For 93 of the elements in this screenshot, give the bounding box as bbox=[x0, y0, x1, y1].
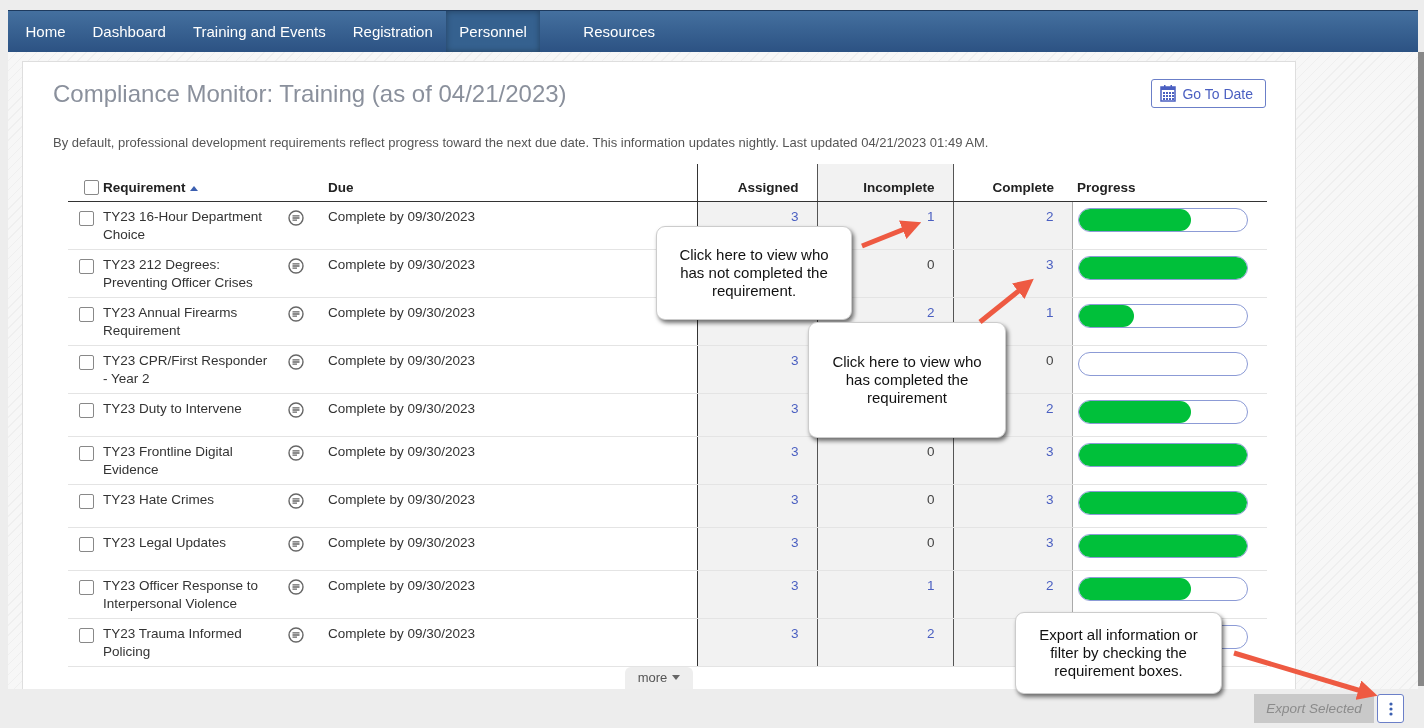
due-date: Complete by 09/30/2023 bbox=[328, 353, 476, 369]
calendar-icon bbox=[1160, 85, 1177, 103]
count-link[interactable]: 1 bbox=[927, 209, 935, 225]
notes-icon[interactable] bbox=[288, 493, 304, 510]
due-date: Complete by 09/30/2023 bbox=[328, 535, 476, 551]
requirement-name: TY23 212 Degrees: Preventing Officer Crises bbox=[103, 256, 254, 293]
row-checkbox[interactable] bbox=[79, 259, 94, 275]
count-link[interactable]: 3 bbox=[791, 209, 799, 225]
column-header: Assigned bbox=[737, 180, 799, 196]
row-checkbox[interactable] bbox=[79, 307, 94, 323]
more-options-button[interactable] bbox=[1377, 694, 1404, 724]
arrow bbox=[978, 278, 1034, 324]
more-vertical-icon bbox=[1388, 701, 1393, 716]
row-checkbox[interactable] bbox=[79, 211, 94, 227]
notes-icon[interactable] bbox=[288, 402, 304, 419]
scrollbar[interactable] bbox=[1418, 52, 1424, 687]
notes-icon[interactable] bbox=[288, 627, 304, 644]
notes-icon[interactable] bbox=[288, 445, 304, 462]
count-text: 0 bbox=[927, 492, 935, 508]
count-link[interactable]: 3 bbox=[1046, 257, 1054, 273]
count-link[interactable]: 2 bbox=[1046, 401, 1054, 417]
column-header: Complete bbox=[992, 180, 1054, 196]
nav-item[interactable]: Resources bbox=[569, 11, 669, 53]
column-header: Due bbox=[328, 180, 354, 196]
count-link[interactable]: 3 bbox=[1046, 444, 1054, 460]
arrow bbox=[861, 220, 922, 249]
due-date: Complete by 09/30/2023 bbox=[328, 257, 476, 273]
notes-icon[interactable] bbox=[288, 536, 304, 553]
count-text: 0 bbox=[927, 257, 935, 273]
count-link[interactable]: 1 bbox=[927, 578, 935, 594]
requirement-name: TY23 Annual Firearms Requirement bbox=[103, 304, 239, 341]
requirement-name: TY23 Legal Updates bbox=[103, 534, 228, 553]
count-link[interactable]: 3 bbox=[791, 401, 799, 417]
due-date: Complete by 09/30/2023 bbox=[328, 401, 476, 417]
count-text: 0 bbox=[927, 535, 935, 551]
requirement-name: TY23 Officer Response to Interpersonal Violence bbox=[103, 577, 260, 614]
row-checkbox[interactable] bbox=[79, 494, 94, 510]
count-link[interactable]: 2 bbox=[927, 626, 935, 642]
row-checkbox[interactable] bbox=[79, 355, 94, 371]
sort-ascending-icon bbox=[189, 184, 198, 191]
requirement-name: TY23 CPR/First Responder - Year 2 bbox=[103, 352, 269, 389]
count-link[interactable]: 2 bbox=[1046, 209, 1054, 225]
more-button[interactable]: more bbox=[624, 667, 694, 690]
callout-tooltip: Click here to view who has not completed the requirement. bbox=[656, 226, 852, 320]
notes-icon[interactable] bbox=[288, 306, 304, 323]
requirement-name: TY23 Hate Crimes bbox=[103, 491, 216, 510]
notes-icon[interactable] bbox=[288, 258, 304, 275]
count-link[interactable]: 2 bbox=[927, 305, 935, 321]
nav-item[interactable]: Home bbox=[12, 11, 79, 53]
count-link[interactable]: 3 bbox=[1046, 535, 1054, 551]
due-date: Complete by 09/30/2023 bbox=[328, 209, 476, 225]
count-text: 0 bbox=[1046, 353, 1054, 369]
count-link[interactable]: 3 bbox=[791, 626, 799, 642]
count-link[interactable]: 3 bbox=[791, 492, 799, 508]
nav-item[interactable]: Dashboard bbox=[79, 11, 180, 53]
requirement-name: TY23 Duty to Intervene bbox=[103, 400, 243, 419]
requirement-name: TY23 16-Hour Department Choice bbox=[103, 208, 264, 245]
page-title: Compliance Monitor: Training (as of 04/21/2023) bbox=[53, 79, 567, 108]
row-checkbox[interactable] bbox=[79, 446, 94, 462]
column-header: Incomplete bbox=[863, 180, 935, 196]
callout-tooltip: Click here to view who has completed the requirement bbox=[808, 322, 1006, 438]
count-text: 0 bbox=[927, 444, 935, 460]
column-header: Progress bbox=[1077, 180, 1136, 196]
count-link[interactable]: 3 bbox=[791, 535, 799, 551]
nav-item[interactable]: Registration bbox=[339, 11, 447, 53]
row-checkbox[interactable] bbox=[79, 403, 94, 419]
notes-icon[interactable] bbox=[288, 579, 304, 596]
row-checkbox[interactable] bbox=[79, 537, 94, 553]
row-checkbox[interactable] bbox=[79, 628, 94, 644]
count-link[interactable]: 3 bbox=[791, 444, 799, 460]
count-link[interactable]: 1 bbox=[1046, 305, 1054, 321]
nav-item[interactable]: Training and Events bbox=[179, 11, 340, 53]
due-date: Complete by 09/30/2023 bbox=[328, 578, 476, 594]
description-text: By default, professional development requirements reflect progress toward the next due date. This information updates nightly. Last updated 04/21/2023 01:49 AM. bbox=[53, 135, 990, 151]
count-link[interactable]: 3 bbox=[1046, 492, 1054, 508]
due-date: Complete by 09/30/2023 bbox=[328, 444, 476, 460]
column-header[interactable]: Requirement bbox=[103, 180, 186, 196]
count-link[interactable]: 3 bbox=[791, 578, 799, 594]
row-checkbox[interactable] bbox=[79, 580, 94, 596]
count-link[interactable]: 2 bbox=[1046, 578, 1054, 594]
notes-icon[interactable] bbox=[288, 210, 304, 227]
go-to-date-button[interactable]: Go To Date bbox=[1151, 79, 1266, 109]
callout-tooltip: Export all information or filter by checking the requirement boxes. bbox=[1015, 612, 1222, 694]
notes-icon[interactable] bbox=[288, 354, 304, 371]
select-all-checkbox[interactable] bbox=[83, 180, 99, 196]
requirement-name: TY23 Trauma Informed Policing bbox=[103, 625, 243, 662]
caret-icon bbox=[672, 675, 681, 681]
due-date: Complete by 09/30/2023 bbox=[328, 626, 476, 642]
count-link[interactable]: 3 bbox=[791, 353, 799, 369]
due-date: Complete by 09/30/2023 bbox=[328, 492, 476, 508]
requirement-name: TY23 Frontline Digital Evidence bbox=[103, 443, 234, 480]
due-date: Complete by 09/30/2023 bbox=[328, 305, 476, 321]
nav-item[interactable]: Personnel bbox=[446, 11, 540, 53]
